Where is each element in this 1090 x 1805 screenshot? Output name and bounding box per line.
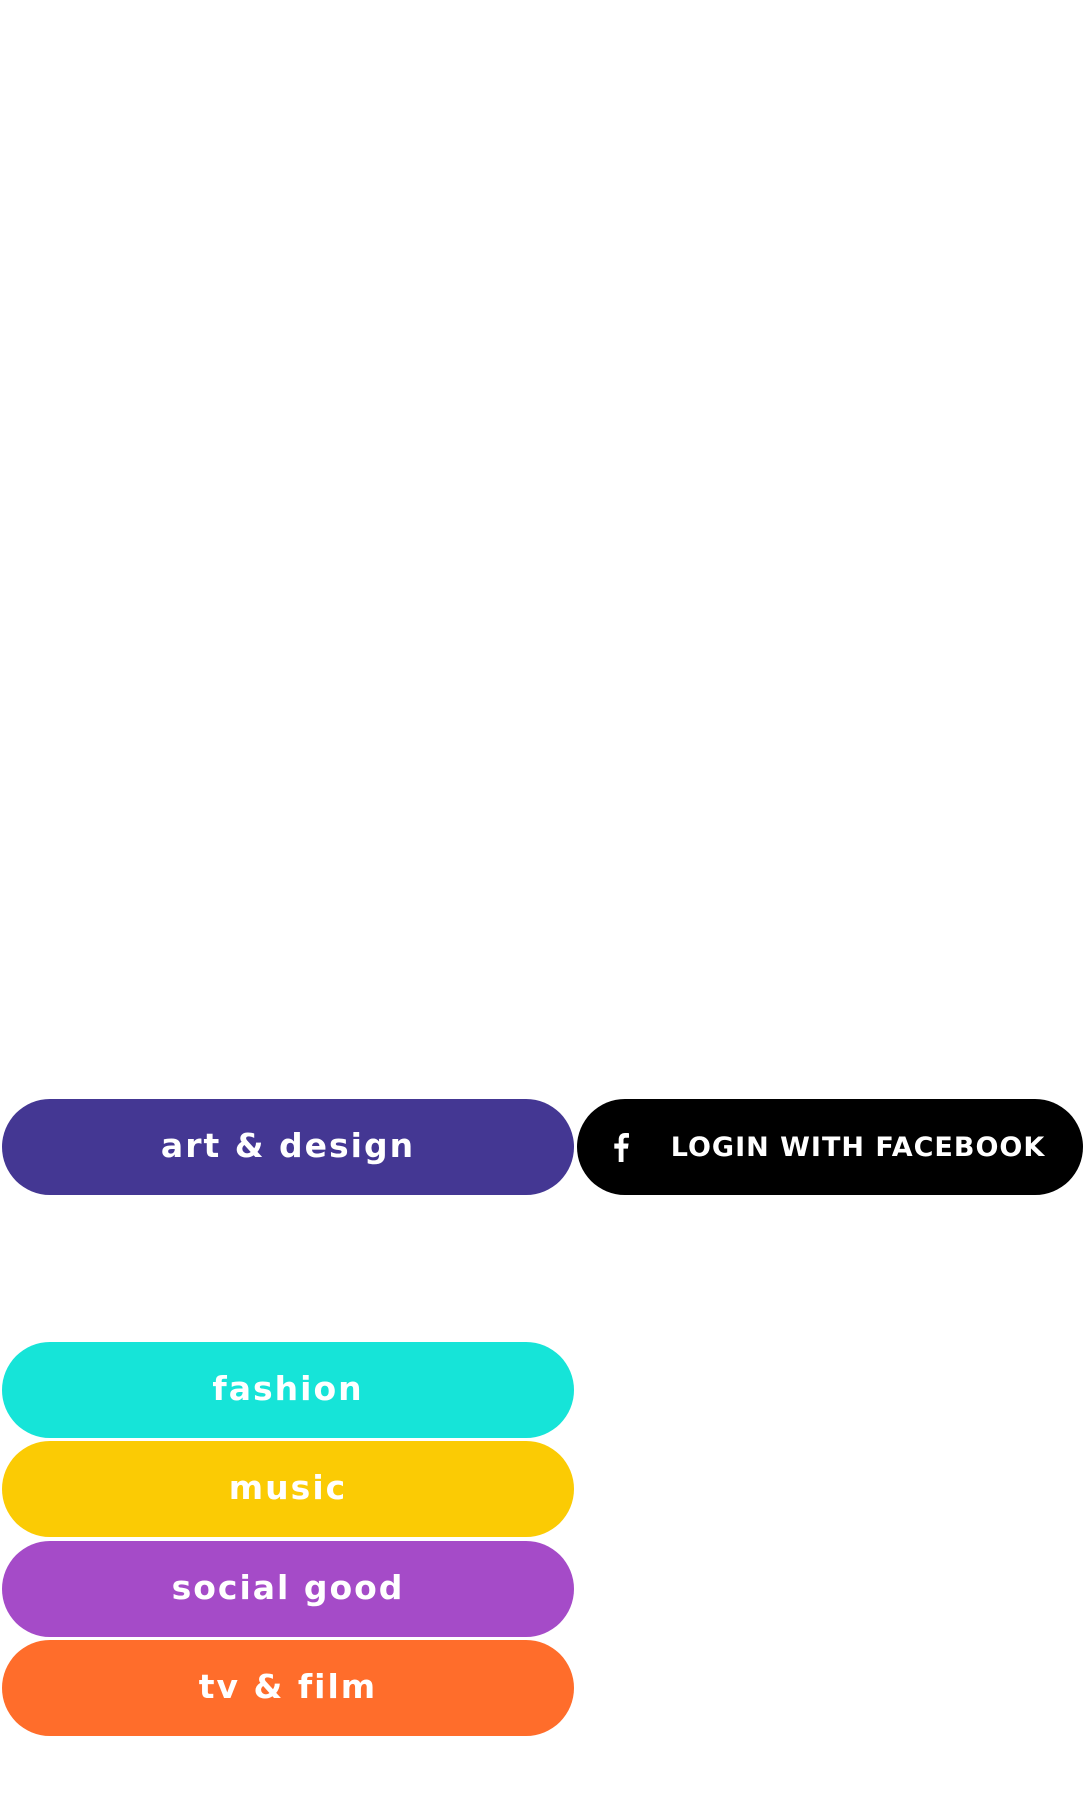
category-label: tv & film xyxy=(198,1666,378,1706)
login-with-facebook-button[interactable]: LOGIN WITH FACEBOOK xyxy=(577,1099,1083,1195)
category-label: social good xyxy=(171,1567,405,1607)
category-label: music xyxy=(228,1467,348,1507)
category-tv-film-button[interactable]: tv & film xyxy=(2,1640,574,1736)
facebook-f-icon xyxy=(607,1127,635,1167)
category-fashion-button[interactable]: fashion xyxy=(2,1342,574,1438)
category-social-good-button[interactable]: social good xyxy=(2,1541,574,1637)
category-label: art & design xyxy=(160,1125,416,1165)
login-with-facebook-label: LOGIN WITH FACEBOOK xyxy=(670,1131,1046,1163)
category-art-design-button[interactable]: art & design xyxy=(2,1099,574,1195)
page: art & design LOGIN WITH FACEBOOK fashion… xyxy=(0,0,1090,1805)
category-label: fashion xyxy=(212,1368,364,1408)
category-music-button[interactable]: music xyxy=(2,1441,574,1537)
